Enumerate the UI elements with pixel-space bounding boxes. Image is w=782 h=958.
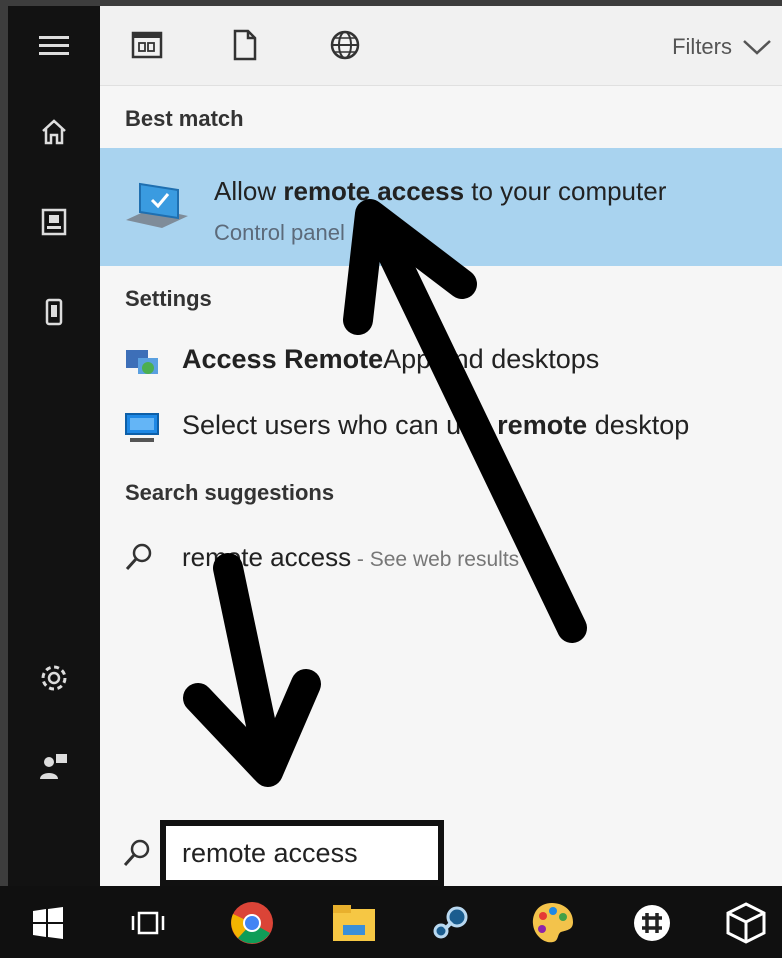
settings-result-remoteapp-label: Access RemoteApp and desktops [182,344,599,375]
best-match-title-keyword: remote access [283,176,465,206]
web-suggestion-row[interactable]: remote access - See web results [100,528,782,588]
slack-icon[interactable] [626,898,678,948]
start-button-windows-icon[interactable] [22,898,74,948]
web-globe-icon[interactable] [328,28,362,62]
best-match-title-suffix: to your computer [464,176,667,206]
settings-result-select-users-label: Select users who can use remote desktop [182,410,689,441]
start-left-rail [8,6,100,886]
taskbar [0,886,782,958]
setting-keyword: Access Remote [182,344,384,374]
apps-filter-icon[interactable] [130,28,164,62]
best-match-heading: Best match [125,106,244,131]
best-match-result[interactable]: Allow remote access to your computer Con… [100,148,782,266]
search-bar [100,814,782,886]
remoteapp-icon [124,346,160,383]
documents-filter-icon[interactable] [228,28,262,62]
setting-keyword: remote [497,410,588,440]
setting-label-rest: App and desktops [383,344,600,374]
setting-label-prefix: Select users who can use [182,410,498,440]
suggestion-hint: - See web results [351,548,520,571]
file-explorer-icon[interactable] [328,898,380,948]
settings-result-select-users[interactable]: Select users who can use remote desktop [100,398,782,458]
filters-label: Filters [672,34,732,59]
device-icon[interactable] [8,290,100,334]
settings-result-remoteapp[interactable]: Access RemoteApp and desktops [100,332,782,392]
remote-system-icon [122,178,192,239]
chrome-browser-icon[interactable] [226,898,278,948]
suggestion-query: remote access [182,542,352,572]
search-box-icon [122,838,152,873]
hamburger-menu-icon[interactable] [8,24,100,68]
home-icon[interactable] [8,110,100,154]
steam-icon[interactable] [424,898,476,948]
search-icon [124,542,154,577]
chevron-down-icon [743,40,771,55]
best-match-subtitle: Control panel [214,220,345,245]
search-suggestions-heading: Search suggestions [125,480,335,505]
search-input[interactable] [160,820,444,886]
search-results-panel: Filters Best match Allow remote access t… [100,6,782,886]
best-match-title-prefix: Allow [214,176,284,206]
best-match-title: Allow remote access to your computer [214,176,666,207]
user-feedback-icon[interactable] [8,744,100,788]
virtualbox-icon[interactable] [720,898,772,948]
monitor-icon [124,412,160,449]
web-suggestion-text: remote access - See web results [182,542,519,573]
paint-palette-icon[interactable] [526,898,578,948]
filters-dropdown[interactable]: Filters [672,34,772,60]
setting-label-rest: desktop [587,410,690,440]
filter-bar: Filters [100,6,782,86]
task-view-icon[interactable] [122,898,174,948]
documents-icon[interactable] [8,200,100,244]
settings-gear-icon[interactable] [8,656,100,700]
settings-heading: Settings [125,286,212,311]
screenshot-frame: Filters Best match Allow remote access t… [0,0,782,958]
